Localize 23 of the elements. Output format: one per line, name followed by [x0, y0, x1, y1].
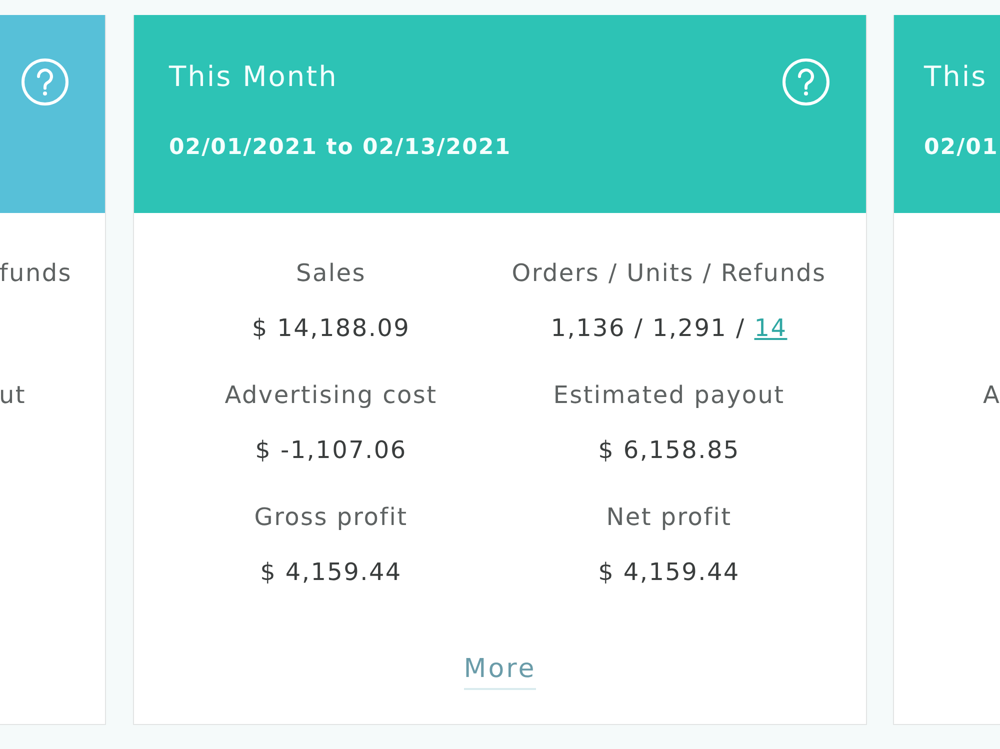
card-title: This Month	[169, 60, 338, 94]
date-range: 02/01	[924, 134, 998, 162]
stat-value: $ -1,107.06	[255, 435, 407, 465]
stat-label: Gross profit	[254, 502, 408, 532]
stat-value: $ 4,159.44	[598, 557, 740, 587]
refunds-link[interactable]: 14	[754, 313, 788, 343]
stat-label: ut	[0, 380, 26, 410]
help-icon[interactable]	[782, 58, 830, 106]
date-range: 02/01/2021 to 02/13/2021	[169, 134, 512, 162]
stat-label: Advertising cost	[224, 380, 438, 410]
card-title: This	[924, 60, 988, 94]
stat-label: A	[983, 380, 1000, 410]
stat-label: Orders / Units / Refunds	[512, 258, 826, 288]
stat-value: $ 4,159.44	[260, 557, 402, 587]
stat-label: Net profit	[606, 502, 732, 532]
stat-label: Sales	[296, 258, 366, 288]
stat-value: 1,136 / 1,291 /	[550, 313, 746, 343]
stat-label: Estimated payout	[553, 380, 785, 410]
help-icon[interactable]	[21, 58, 69, 106]
stat-value: $ 14,188.09	[252, 313, 410, 343]
stat-value: $ 6,158.85	[598, 435, 740, 465]
stat-label: funds	[0, 258, 72, 288]
more-link[interactable]: More	[464, 653, 536, 690]
